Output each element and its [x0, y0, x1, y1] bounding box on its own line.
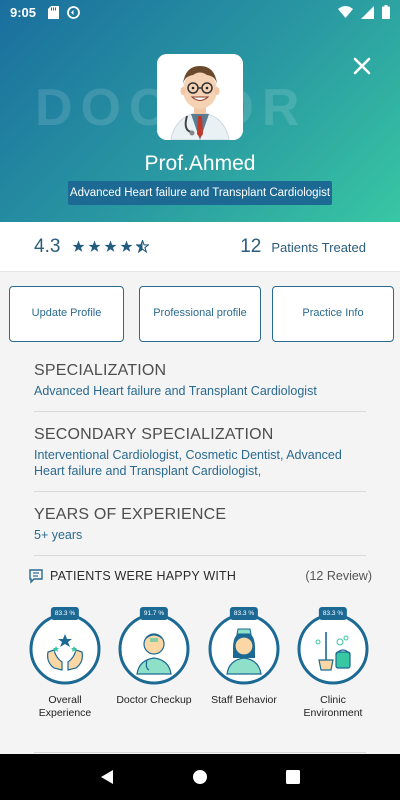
metric-label: Doctor Checkup — [116, 694, 192, 706]
patients-treated: 12 Patients Treated — [240, 236, 366, 258]
metric-staff-behavior: 83.3 % Staff Behavior — [204, 607, 284, 707]
stats-row: 4.3 12 Patients Treated — [0, 222, 400, 272]
rating-value: 4.3 — [34, 235, 61, 257]
star-icon — [120, 240, 133, 252]
metric-label: Staff Behavior — [211, 694, 277, 706]
back-button[interactable] — [95, 765, 119, 789]
battery-icon — [382, 5, 390, 19]
star-icon — [72, 240, 85, 252]
sync-icon — [67, 5, 80, 19]
specialty-badge: Advanced Heart failure and Transplant Ca… — [68, 181, 332, 205]
rating-stars — [72, 240, 150, 253]
doctor-avatar — [157, 54, 243, 140]
doctor-illustration-icon — [157, 54, 243, 140]
patients-count: 12 — [240, 235, 262, 257]
experience-section: YEARS OF EXPERIENCE 5+ years — [34, 506, 366, 556]
metric-label: Overall Experience — [38, 694, 92, 719]
metric-percentage: 83.3 % — [50, 607, 80, 620]
wifi-icon — [338, 6, 353, 18]
status-bar: 9:05 — [0, 0, 400, 24]
signal-icon — [361, 5, 374, 19]
metric-ring: 83.3 % — [207, 607, 281, 686]
profile-header: DOCTOR — [0, 0, 400, 222]
metric-ring: 83.3 % — [296, 607, 370, 686]
metric-clinic-environment: 83.3 % Clinic Environment — [293, 607, 373, 720]
divider — [34, 752, 366, 753]
patients-label: Patients Treated — [271, 239, 366, 255]
sd-card-icon — [48, 5, 60, 19]
patients-happy-title: PATIENTS WERE HAPPY WITH — [50, 569, 237, 583]
metric-label: Clinic Environment — [303, 694, 363, 719]
metric-percentage: 83.3 % — [229, 607, 259, 620]
specialization-title: SPECIALIZATION — [34, 362, 167, 379]
close-icon — [353, 57, 371, 75]
home-button[interactable] — [188, 765, 212, 789]
recents-square-icon — [286, 770, 301, 784]
metric-percentage: 91.7 % — [139, 607, 169, 620]
metric-ring: 91.7 % — [117, 607, 191, 686]
update-profile-button[interactable]: Update Profile — [9, 286, 124, 342]
status-time: 9:05 — [10, 4, 37, 20]
back-triangle-icon — [100, 770, 113, 784]
professional-profile-button[interactable]: Professional profile — [139, 286, 261, 342]
specialization-value: Advanced Heart failure and Transplant Ca… — [34, 384, 317, 398]
chat-bubble-icon — [29, 569, 43, 584]
practice-info-button[interactable]: Practice Info — [272, 286, 394, 342]
doctor-name: Prof.Ahmed — [144, 152, 256, 175]
specialization-section: SPECIALIZATION Advanced Heart failure an… — [34, 362, 366, 412]
metric-percentage: 83.3 % — [318, 607, 348, 620]
recents-button[interactable] — [281, 765, 305, 789]
review-count: (12 Review) — [305, 569, 372, 583]
metric-ring: 83.3 % — [28, 607, 102, 686]
home-circle-icon — [192, 770, 207, 784]
patients-happy-header: PATIENTS WERE HAPPY WITH (12 Review) — [28, 568, 372, 584]
secondary-specialization-value: Interventional Cardiologist, Cosmetic De… — [34, 448, 342, 478]
secondary-specialization-title: SECONDARY SPECIALIZATION — [34, 426, 274, 443]
experience-value: 5+ years — [34, 528, 83, 542]
star-half-icon — [136, 240, 150, 253]
experience-title: YEARS OF EXPERIENCE — [34, 506, 227, 523]
close-button[interactable] — [350, 54, 374, 78]
star-icon — [88, 240, 101, 252]
star-icon — [104, 240, 117, 252]
metric-overall-experience: 83.3 % Overall Experience — [25, 607, 105, 720]
secondary-specialization-section: SECONDARY SPECIALIZATION Interventional … — [34, 426, 366, 492]
metric-doctor-checkup: 91.7 % Doctor Checkup — [114, 607, 194, 707]
navigation-bar — [0, 754, 400, 800]
profile-actions: Update Profile Professional profile Prac… — [9, 286, 394, 342]
